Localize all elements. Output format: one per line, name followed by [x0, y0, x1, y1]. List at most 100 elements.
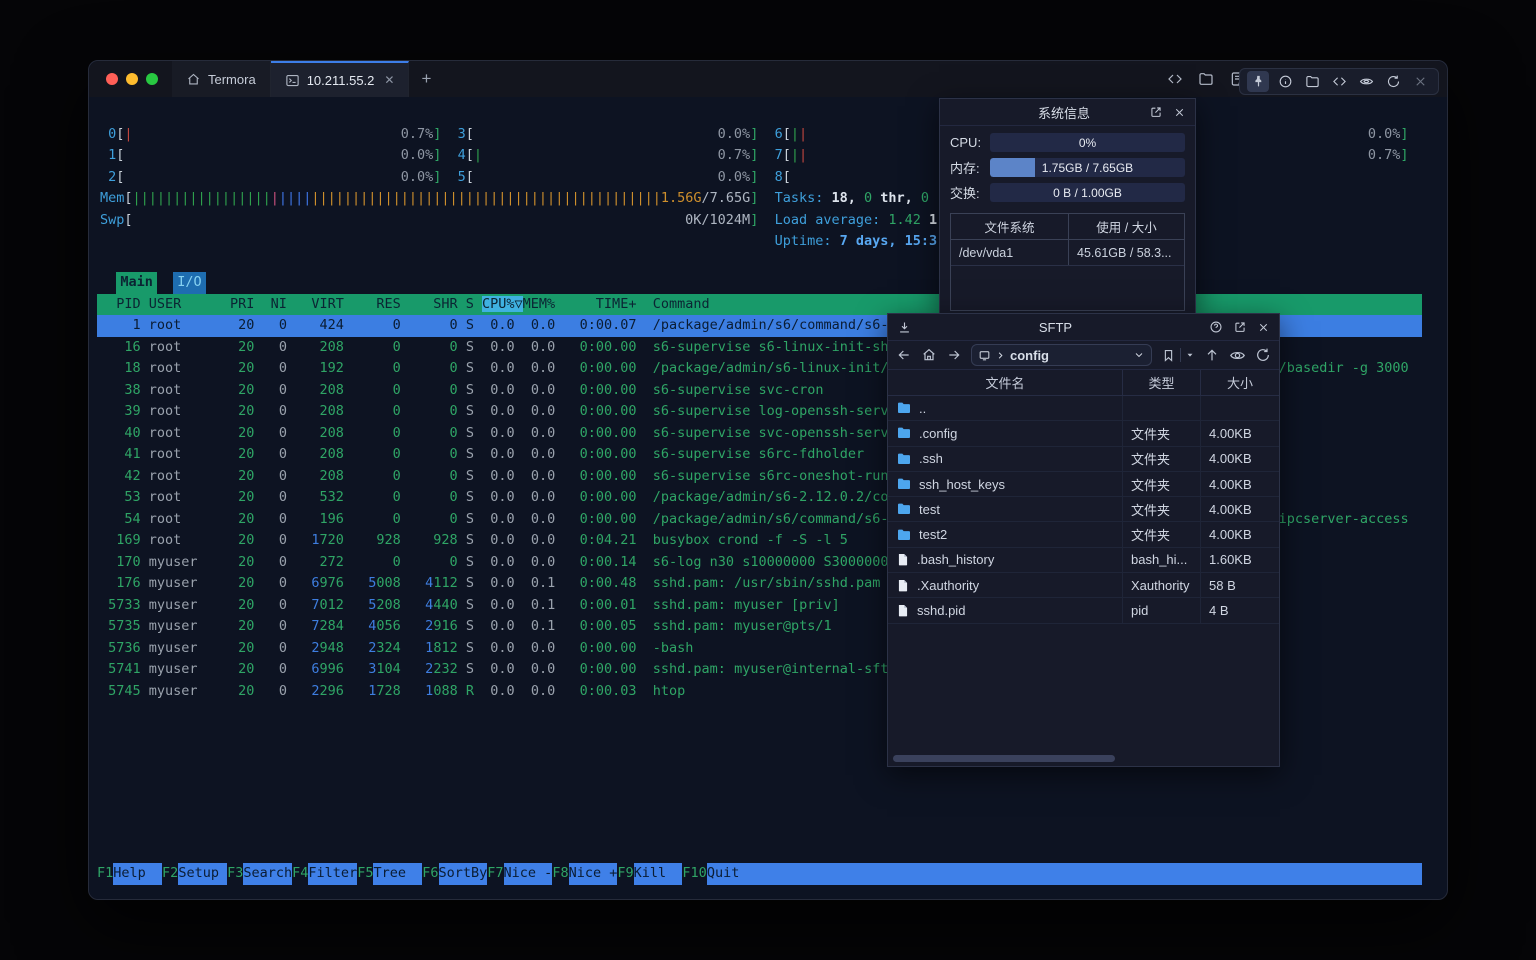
- folder-icon: [896, 527, 912, 543]
- file-type: 文件夹: [1122, 472, 1200, 496]
- horizontal-scrollbar[interactable]: [893, 755, 1115, 762]
- download-icon[interactable]: [897, 320, 912, 335]
- tab-termora-home[interactable]: Termora: [172, 61, 271, 97]
- fkey-f4[interactable]: F4: [292, 863, 308, 885]
- filesystem-table: 文件系统 使用 / 大小 /dev/vda145.61GB / 58.3...: [950, 213, 1185, 311]
- close-panel-icon[interactable]: [1257, 321, 1270, 334]
- fs-device: /dev/vda1: [951, 240, 1069, 265]
- filesystem-row[interactable]: /dev/vda145.61GB / 58.3...: [951, 240, 1184, 266]
- file-row[interactable]: .XauthorityXauthority58 B: [888, 573, 1279, 598]
- file-size: 1.60KB: [1200, 548, 1279, 572]
- htop-tab-io[interactable]: I/O: [173, 272, 206, 294]
- fkey-label-tree[interactable]: Tree: [373, 863, 422, 885]
- folder-icon: [896, 501, 912, 517]
- fkey-f3[interactable]: F3: [227, 863, 243, 885]
- file-type: bash_hi...: [1122, 548, 1200, 572]
- file-row[interactable]: ssh_host_keys文件夹4.00KB: [888, 472, 1279, 497]
- show-hidden-icon[interactable]: [1229, 347, 1246, 364]
- sftp-title: SFTP: [912, 320, 1199, 335]
- sysinfo-progress-text: 1.75GB / 7.65GB: [990, 158, 1185, 177]
- folder-icon[interactable]: [1198, 71, 1214, 87]
- fs-usage-column-header: 使用 / 大小: [1069, 214, 1184, 239]
- fkey-label-kill[interactable]: Kill: [634, 863, 683, 885]
- file-row[interactable]: .ssh文件夹4.00KB: [888, 447, 1279, 472]
- file-type: Xauthority: [1122, 573, 1200, 597]
- file-row[interactable]: test文件夹4.00KB: [888, 497, 1279, 522]
- fkey-label-sortby[interactable]: SortBy: [439, 863, 488, 885]
- open-in-window-icon[interactable]: [1233, 320, 1247, 334]
- side-panel-toolbar: [1239, 68, 1439, 95]
- bookmark-dropdown-icon[interactable]: [1185, 350, 1195, 360]
- fkey-label-quit[interactable]: Quit: [707, 863, 756, 885]
- file-size: 4.00KB: [1200, 421, 1279, 445]
- refresh-icon[interactable]: [1255, 347, 1271, 363]
- back-icon[interactable]: [896, 347, 912, 363]
- htop-tab-main[interactable]: Main: [116, 272, 157, 294]
- forward-icon[interactable]: [946, 347, 962, 363]
- file-table-header: 文件名 类型 大小: [888, 370, 1279, 396]
- fkey-f7[interactable]: F7: [487, 863, 503, 885]
- info-icon[interactable]: [1274, 71, 1296, 92]
- type-column-header[interactable]: 类型: [1122, 370, 1200, 395]
- open-in-window-icon[interactable]: [1149, 105, 1163, 119]
- computer-icon: [978, 349, 991, 362]
- file-row[interactable]: .config文件夹4.00KB: [888, 421, 1279, 446]
- upload-icon[interactable]: [1204, 347, 1220, 363]
- folder-icon[interactable]: [1301, 71, 1323, 92]
- fkey-label-nice +[interactable]: Nice +: [569, 863, 618, 885]
- close-icon[interactable]: [1409, 71, 1431, 92]
- new-tab-button[interactable]: +: [409, 61, 443, 97]
- close-window-button[interactable]: [106, 73, 118, 85]
- file-row[interactable]: .bash_history bash_hi...1.60KB: [888, 548, 1279, 573]
- file-row[interactable]: sshd.pidpid4 B: [888, 598, 1279, 623]
- fkey-f2[interactable]: F2: [162, 863, 178, 885]
- fkey-label-setup[interactable]: Setup: [178, 863, 227, 885]
- zoom-window-button[interactable]: [146, 73, 158, 85]
- home-icon[interactable]: [921, 347, 937, 363]
- refresh-icon[interactable]: [1382, 71, 1404, 92]
- sysinfo-label: CPU:: [950, 135, 990, 150]
- file-name: .bash_history: [917, 552, 994, 567]
- fkey-label-help[interactable]: Help: [113, 863, 162, 885]
- file-row[interactable]: test2文件夹4.00KB: [888, 522, 1279, 547]
- current-folder-label: config: [1010, 348, 1049, 363]
- fkey-label-filter[interactable]: Filter: [308, 863, 357, 885]
- fkey-label-nice -[interactable]: Nice -: [504, 863, 553, 885]
- cpu-meter: 0[|0.7%]: [100, 124, 441, 146]
- fkey-label-search[interactable]: Search: [243, 863, 292, 885]
- help-icon[interactable]: [1209, 320, 1223, 334]
- sort-column-cpu: CPU%▽: [482, 296, 523, 312]
- cpu-meter: 5[0.0%]: [449, 167, 758, 189]
- gpu-icon[interactable]: [1355, 71, 1377, 92]
- system-info-title: 系统信息: [989, 103, 1139, 122]
- close-panel-icon[interactable]: [1173, 106, 1186, 119]
- filename-column-header[interactable]: 文件名: [888, 373, 1122, 392]
- tab-ssh-session[interactable]: 10.211.55.2 ✕: [271, 61, 410, 97]
- minimize-window-button[interactable]: [126, 73, 138, 85]
- fkey-f5[interactable]: F5: [357, 863, 373, 885]
- fkey-f9[interactable]: F9: [617, 863, 633, 885]
- cpu-meter: 1[0.0%]: [100, 145, 441, 167]
- traffic-lights: [89, 61, 172, 97]
- fkey-f6[interactable]: F6: [422, 863, 438, 885]
- bookmark-icon[interactable]: [1161, 348, 1176, 363]
- code-icon[interactable]: [1167, 71, 1183, 87]
- app-window: Termora 10.211.55.2 ✕ + 0[|0.7%] 1[0.0%]…: [88, 60, 1448, 900]
- function-key-bar: F1Help F2Setup F3SearchF4FilterF5Tree F6…: [97, 863, 1422, 885]
- file-row[interactable]: ..: [888, 396, 1279, 421]
- system-info-panel: 系统信息 CPU:0%内存:1.75GB / 7.65GB交换:0 B / 1.…: [939, 98, 1196, 314]
- pin-icon[interactable]: [1247, 71, 1269, 92]
- sysinfo-row: 内存:1.75GB / 7.65GB: [940, 155, 1195, 180]
- path-breadcrumb[interactable]: config: [971, 344, 1152, 366]
- sysinfo-progress-bar: 1.75GB / 7.65GB: [990, 158, 1185, 177]
- file-name: ..: [919, 401, 926, 416]
- code-icon[interactable]: [1328, 71, 1350, 92]
- fkey-f8[interactable]: F8: [552, 863, 568, 885]
- size-column-header[interactable]: 大小: [1200, 370, 1279, 395]
- close-tab-icon[interactable]: ✕: [384, 73, 394, 87]
- chevron-down-icon[interactable]: [1133, 349, 1145, 361]
- fkey-f1[interactable]: F1: [97, 863, 113, 885]
- uptime-line: Uptime: 7 days, 15:3: [775, 231, 938, 253]
- sysinfo-progress-bar: 0%: [990, 133, 1185, 152]
- fkey-f10[interactable]: F10: [682, 863, 706, 885]
